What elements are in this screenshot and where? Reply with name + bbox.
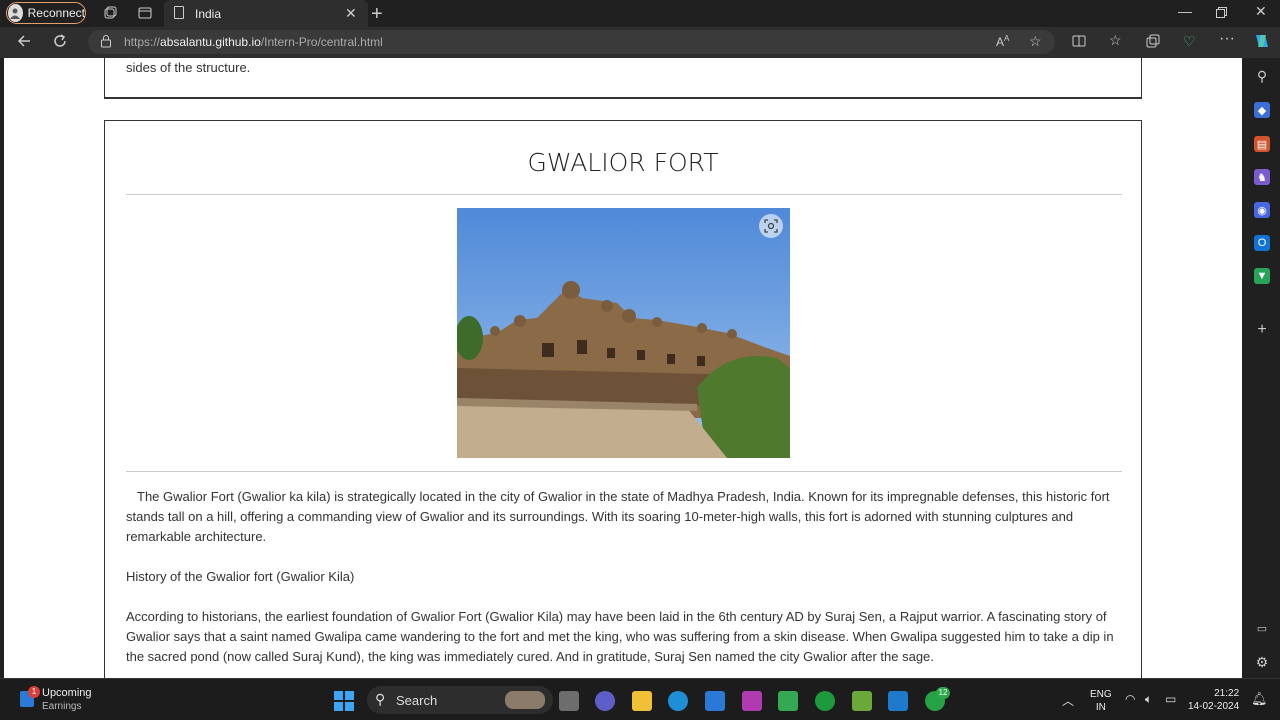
games-icon[interactable]: ♞ (1254, 169, 1270, 185)
outlook-icon[interactable]: O (1254, 235, 1270, 251)
gwalior-fort-image[interactable] (457, 208, 790, 458)
close-window-icon[interactable]: ✕ (1255, 3, 1267, 20)
copilot-app-icon[interactable]: ◉ (1254, 202, 1270, 218)
widgets-button[interactable]: 1 Upcoming Earnings (18, 685, 108, 715)
search-icon[interactable]: ⚲ (1254, 68, 1270, 84)
page-icon (174, 6, 184, 19)
chat-icon[interactable] (595, 691, 615, 711)
tools-briefcase-icon[interactable]: ▤ (1254, 136, 1270, 152)
play-store-icon[interactable] (778, 691, 798, 711)
widget-subtitle: Earnings (42, 701, 82, 712)
history-title: History of the Gwalior fort (Gwalior Kil… (126, 569, 355, 584)
profile-button-label: Reconnect (27, 6, 85, 20)
hide-sidebar-icon[interactable]: ▭ (1254, 620, 1270, 636)
drop-icon[interactable]: ▼ (1254, 268, 1270, 284)
language-indicator[interactable]: ENG IN (1090, 688, 1112, 714)
file-explorer-icon[interactable] (632, 691, 652, 711)
url-host: absalantu.github.io (160, 35, 261, 49)
clock-date: 14-02-2024 (1188, 701, 1240, 712)
clock[interactable]: 21:22 14-02-2024 (1188, 687, 1239, 713)
copilot-icon[interactable] (1253, 32, 1271, 53)
collections-icon[interactable] (1146, 34, 1160, 51)
profile-button[interactable]: Reconnect (6, 2, 86, 24)
lang-top: ENG (1090, 689, 1112, 700)
sidebar-settings-icon[interactable]: ⚙ (1254, 654, 1270, 670)
notification-bell-icon[interactable]: 🔔︎ (1251, 691, 1268, 707)
edge-sidebar: ⚲ ◆ ▤ ♞ ◉ O ▼ + ▭ ⚙ (1243, 58, 1280, 678)
browser-title-bar: Reconnect India ✕ + — ✕ (0, 0, 1280, 27)
task-view-icon[interactable] (559, 691, 579, 711)
xbox-icon[interactable] (815, 691, 835, 711)
wifi-icon[interactable]: ◠ (1125, 692, 1135, 706)
vscode-icon[interactable] (888, 691, 908, 711)
favorite-star-icon[interactable]: ☆ (1029, 33, 1042, 50)
search-icon: ⚲ (375, 691, 386, 707)
close-tab-icon[interactable]: ✕ (345, 5, 357, 22)
refresh-icon[interactable] (52, 33, 68, 52)
widget-title: Upcoming (42, 687, 92, 699)
gwalior-fort-card: GWALIOR FORT The Gwalior Fort (Gwalior k… (104, 120, 1142, 678)
browser-essentials-icon[interactable]: ♡ (1183, 33, 1196, 50)
search-highlight-icon (505, 691, 545, 709)
volume-icon[interactable]: 🔈︎ (1145, 692, 1152, 707)
intro-paragraph: The Gwalior Fort (Gwalior ka kila) is st… (126, 489, 1110, 544)
history-paragraph: According to historians, the earliest fo… (126, 609, 1114, 664)
divider (126, 194, 1122, 195)
fort-illustration (457, 208, 790, 458)
utorrent-icon[interactable] (852, 691, 872, 711)
navigation-bar: https://absalantu.github.io/Intern-Pro/c… (0, 27, 1280, 58)
url-path: /Intern-Pro/central.html (260, 35, 383, 49)
edge-icon[interactable] (668, 691, 688, 711)
web-page[interactable]: sides of the structure. GWALIOR FORT The… (4, 58, 1242, 678)
add-sidebar-app-icon[interactable]: + (1254, 321, 1270, 338)
shopping-tag-icon[interactable]: ◆ (1254, 102, 1270, 118)
card-heading: GWALIOR FORT (527, 148, 719, 177)
lock-icon[interactable] (100, 34, 112, 51)
battery-icon[interactable]: ▭ (1165, 692, 1176, 706)
microsoft-store-icon[interactable] (705, 691, 725, 711)
whatsapp-badge: 12 (936, 687, 950, 699)
divider (126, 471, 1122, 472)
minimize-icon[interactable]: — (1178, 3, 1192, 19)
more-options-icon[interactable]: ··· (1219, 30, 1235, 48)
new-tab-icon[interactable]: + (371, 3, 383, 26)
previous-card: sides of the structure. (104, 58, 1142, 98)
back-icon[interactable] (16, 33, 32, 52)
chevron-up-icon[interactable]: ︿ (1062, 692, 1074, 709)
windows-start-icon[interactable] (334, 691, 354, 716)
maximize-icon[interactable] (1216, 5, 1227, 21)
profile-avatar-icon (8, 4, 23, 22)
app-icon[interactable] (742, 691, 762, 711)
notification-badge: 1 (28, 686, 40, 698)
tab-actions-icon[interactable] (137, 5, 153, 21)
taskbar-search[interactable]: ⚲ Search (367, 686, 553, 714)
favorites-icon[interactable]: ☆ (1109, 32, 1122, 49)
address-bar[interactable]: https://absalantu.github.io/Intern-Pro/c… (88, 30, 1055, 54)
previous-card-text: sides of the structure. (126, 60, 251, 75)
url-prefix: https:// (124, 35, 161, 49)
split-screen-icon[interactable] (1072, 34, 1086, 51)
url-text[interactable]: https://absalantu.github.io/Intern-Pro/c… (124, 35, 383, 49)
clock-time: 21:22 (1214, 688, 1240, 699)
workspaces-icon[interactable] (102, 5, 118, 21)
windows-taskbar: 1 Upcoming Earnings ⚲ Search 12 ︿ ENG IN… (0, 678, 1280, 720)
visual-search-icon[interactable] (759, 214, 783, 238)
tab-india[interactable]: India ✕ (164, 0, 368, 27)
read-aloud-icon[interactable]: AA (996, 34, 1009, 49)
lang-bottom: IN (1095, 702, 1106, 713)
search-label: Search (396, 693, 438, 708)
tab-title: India (195, 7, 222, 21)
